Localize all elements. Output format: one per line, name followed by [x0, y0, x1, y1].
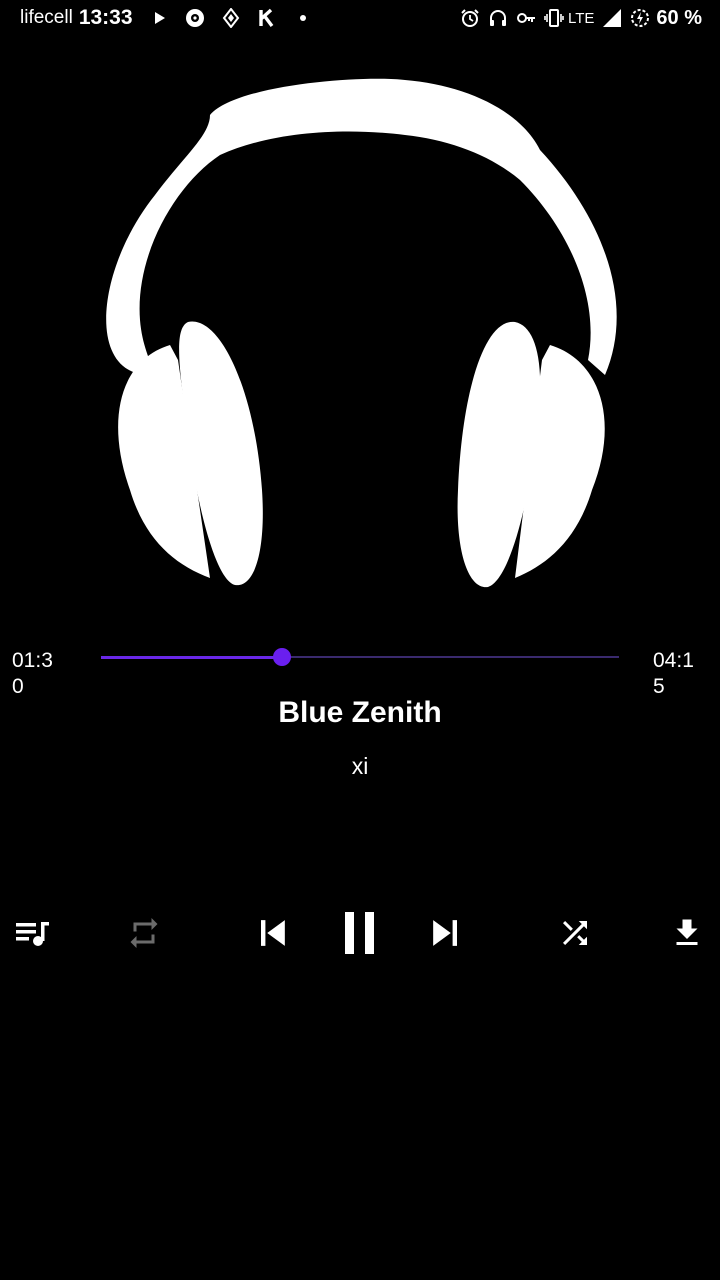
track-artist: xi: [351, 753, 369, 779]
status-bar: lifecell 13:33 LTE 60 %: [0, 0, 720, 36]
battery-saver-icon: [630, 8, 650, 28]
shuffle-button[interactable]: [554, 913, 596, 953]
download-button[interactable]: [666, 913, 708, 953]
vibrate-icon: [544, 8, 564, 28]
seek-thumb[interactable]: [273, 648, 291, 666]
status-bar-left: lifecell 13:33: [20, 6, 313, 30]
playlist-button[interactable]: [12, 913, 54, 953]
album-artwork: [60, 60, 660, 610]
network-type: LTE: [568, 9, 595, 27]
carrier-name: lifecell: [20, 7, 73, 28]
repeat-icon: [130, 918, 158, 948]
disc-notification-icon: [185, 8, 205, 28]
headphones-icon: [488, 8, 508, 28]
previous-button[interactable]: [248, 910, 296, 956]
play-pause-button[interactable]: [334, 906, 384, 960]
alarm-icon: [460, 8, 480, 28]
track-title: Blue Zenith: [278, 696, 442, 729]
status-clock: 13:33: [78, 6, 133, 29]
skip-previous-icon: [261, 920, 285, 946]
download-icon: [676, 919, 698, 945]
seek-progress: [101, 656, 282, 659]
skip-next-icon: [433, 920, 457, 946]
next-button[interactable]: [422, 910, 470, 956]
queue-music-icon: [16, 922, 49, 946]
headphones-artwork: [106, 78, 617, 588]
key-icon: [516, 8, 536, 28]
k-app-icon: [257, 8, 277, 28]
diamond-app-icon: [221, 8, 241, 28]
play-notification-icon: [149, 8, 169, 28]
more-dot-icon: [293, 8, 313, 28]
signal-icon: [602, 8, 622, 28]
pause-icon: [345, 912, 374, 954]
elapsed-time: 01:30: [12, 649, 53, 698]
repeat-button[interactable]: [122, 913, 166, 953]
status-bar-right: LTE 60 %: [452, 6, 702, 30]
shuffle-icon: [563, 921, 587, 945]
seek-bar[interactable]: [101, 648, 619, 666]
battery-percent: 60 %: [656, 6, 702, 29]
total-time: 04:15: [653, 649, 694, 698]
